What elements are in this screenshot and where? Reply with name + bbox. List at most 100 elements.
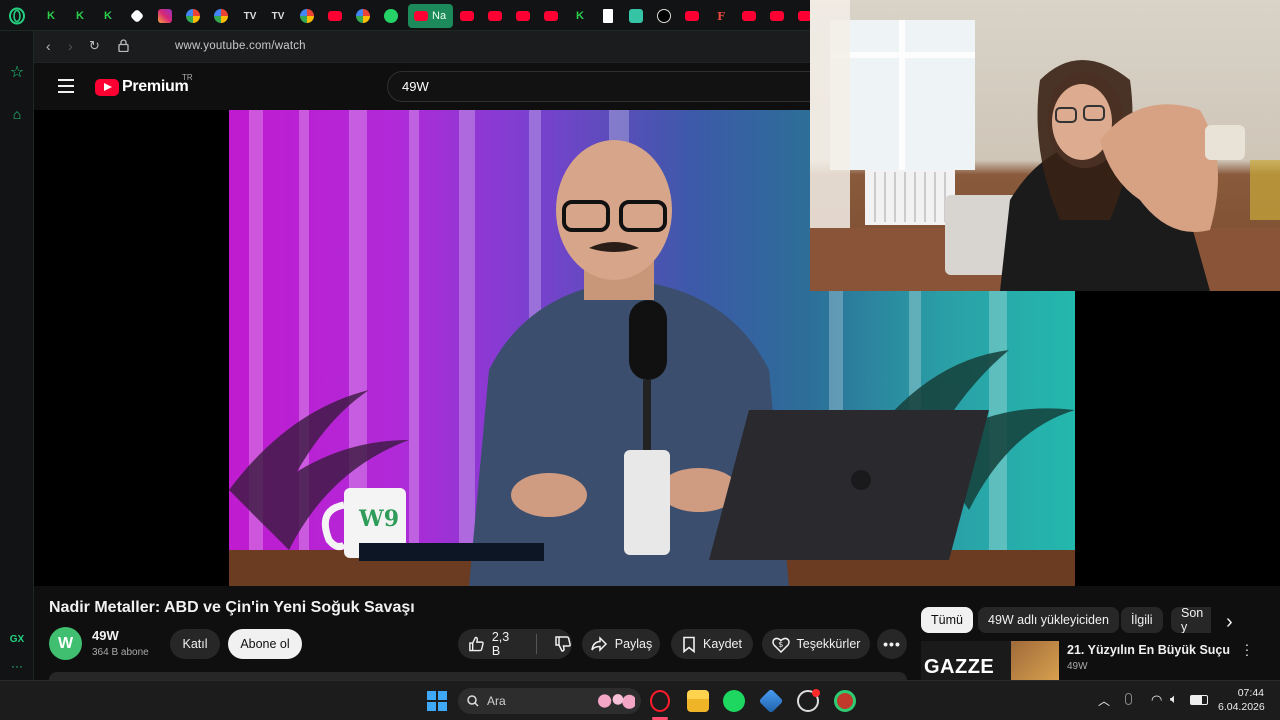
- chip-related[interactable]: İlgili: [1121, 607, 1163, 633]
- youtube-logo[interactable]: Premium: [95, 78, 189, 96]
- subscribe-button[interactable]: Abone ol: [228, 629, 302, 659]
- opera-menu-icon[interactable]: [6, 5, 28, 27]
- lock-icon: [118, 39, 129, 55]
- mug-logo: W9: [359, 506, 400, 532]
- chip-all[interactable]: Tümü: [921, 607, 973, 633]
- channel-avatar[interactable]: W: [49, 627, 82, 660]
- divider: [536, 634, 537, 654]
- address-bar: ‹ › ↻ www.youtube.com/watch: [34, 31, 810, 63]
- description-box[interactable]: [49, 672, 907, 680]
- tab-google-icon[interactable]: [296, 5, 318, 27]
- tab-youtube-icon[interactable]: [540, 5, 562, 27]
- more-horizontal-icon: •••: [883, 636, 901, 652]
- volume-icon[interactable]: 🔈︎: [1170, 691, 1178, 707]
- chip-from-uploader[interactable]: 49W adlı yükleyiciden: [978, 607, 1119, 633]
- recommended-title[interactable]: 21. Yüzyılın En Büyük Suçu: [1067, 643, 1230, 657]
- battery-icon[interactable]: [1190, 695, 1208, 705]
- file-explorer-icon[interactable]: [687, 690, 709, 712]
- tab-youtube-icon[interactable]: [512, 5, 534, 27]
- tab-app-icon[interactable]: [625, 5, 647, 27]
- tab-instagram-icon[interactable]: [154, 5, 176, 27]
- chip-recent[interactable]: Son y: [1171, 607, 1211, 633]
- tab-github-icon[interactable]: [653, 5, 675, 27]
- svg-text:$: $: [778, 640, 783, 649]
- tab-youtube-icon: [414, 11, 428, 21]
- microphone-icon[interactable]: [1125, 693, 1132, 705]
- windows-taskbar: Ara ︿ ◠ 🔈︎ 07:44 6.04.2026: [0, 680, 1280, 720]
- star-icon[interactable]: ☆: [8, 64, 26, 82]
- tab-active-label: Na: [432, 10, 447, 22]
- url-field[interactable]: www.youtube.com/watch: [175, 40, 306, 52]
- webcam-overlay: [810, 0, 1280, 291]
- tab-youtube-icon[interactable]: [766, 5, 788, 27]
- share-icon: [590, 636, 607, 652]
- thumb-image: [1011, 641, 1059, 680]
- heart-dollar-icon: $: [771, 637, 790, 653]
- more-actions-button[interactable]: •••: [877, 629, 907, 659]
- robot-icon[interactable]: ⌂: [8, 105, 26, 123]
- date: 6.04.2026: [1218, 701, 1265, 713]
- more-icon[interactable]: ···: [8, 657, 26, 675]
- opera-gx-taskbar-icon[interactable]: [650, 690, 670, 712]
- clock[interactable]: 07:44 6.04.2026: [1218, 686, 1265, 714]
- tab-youtube-icon[interactable]: [484, 5, 506, 27]
- webcam-scene: [810, 0, 1280, 291]
- tab-youtube-icon[interactable]: [681, 5, 703, 27]
- search-input[interactable]: 49W: [387, 71, 827, 102]
- tab-tradingview-icon[interactable]: TV: [267, 5, 289, 27]
- tab-kick-icon[interactable]: K: [69, 5, 91, 27]
- tab-kick-icon[interactable]: K: [569, 5, 591, 27]
- browser-sidebar: ☆ ⌂ GX ···: [0, 31, 34, 680]
- taskbar-search[interactable]: Ara: [458, 688, 641, 714]
- blossom-icon: [597, 693, 635, 709]
- kebab-menu-icon[interactable]: · · ·: [1244, 637, 1250, 661]
- tab-active[interactable]: Na: [408, 4, 453, 28]
- thanks-button[interactable]: $ Teşekkürler: [762, 629, 870, 659]
- subscriber-count: 364 B abone: [92, 647, 149, 658]
- menu-icon[interactable]: [58, 79, 74, 93]
- youtube-header: Premium TR 49W: [34, 63, 827, 110]
- app-icon[interactable]: [834, 690, 856, 712]
- tab-whatsapp-icon[interactable]: [380, 5, 402, 27]
- youtube-play-icon: [95, 78, 119, 96]
- chevron-right-icon[interactable]: ›: [1226, 611, 1233, 634]
- share-button[interactable]: Paylaş: [582, 629, 660, 659]
- tab-kick-icon[interactable]: K: [97, 5, 119, 27]
- join-button[interactable]: Katıl: [170, 629, 220, 659]
- gx-label[interactable]: GX: [8, 631, 26, 649]
- forward-icon[interactable]: ›: [68, 38, 73, 54]
- app-icon[interactable]: [758, 688, 784, 714]
- like-button[interactable]: 2,3 B: [468, 630, 519, 658]
- video-title: Nadir Metaller: ABD ve Çin'in Yeni Soğuk…: [49, 599, 415, 616]
- spotify-icon[interactable]: [723, 690, 745, 712]
- windows-start-icon[interactable]: [427, 691, 447, 711]
- recommended-thumbnail[interactable]: GAZZE: [921, 641, 1059, 680]
- tab-google-icon[interactable]: [210, 5, 232, 27]
- reload-icon[interactable]: ↻: [89, 38, 100, 54]
- chevron-up-icon[interactable]: ︿: [1098, 692, 1110, 709]
- dislike-button[interactable]: [554, 635, 572, 653]
- recommended-channel[interactable]: 49W: [1067, 661, 1088, 672]
- notification-dot: [812, 689, 820, 697]
- back-icon[interactable]: ‹: [46, 38, 51, 54]
- tab-kick-icon[interactable]: K: [40, 5, 62, 27]
- wifi-icon[interactable]: ◠: [1151, 692, 1162, 708]
- tab-youtube-icon[interactable]: [456, 5, 478, 27]
- tab-google-icon[interactable]: [182, 5, 204, 27]
- tab-docs-icon[interactable]: [597, 5, 619, 27]
- country-code: TR: [182, 73, 193, 82]
- subscribe-label: Abone ol: [240, 637, 290, 651]
- tab-youtube-icon[interactable]: [738, 5, 760, 27]
- thanks-label: Teşekkürler: [796, 637, 861, 651]
- tab-app-icon[interactable]: [126, 5, 148, 27]
- like-count: 2,3 B: [491, 630, 510, 658]
- save-button[interactable]: Kaydet: [671, 629, 753, 659]
- channel-name[interactable]: 49W: [92, 628, 119, 643]
- tab-youtube-icon[interactable]: [324, 5, 346, 27]
- tab-tradingview-icon[interactable]: TV: [239, 5, 261, 27]
- premium-label: Premium: [122, 78, 189, 95]
- thumbs-up-icon: [469, 636, 484, 652]
- tab-google-icon[interactable]: [352, 5, 374, 27]
- time: 07:44: [1237, 687, 1264, 699]
- tab-f-icon[interactable]: F: [710, 5, 732, 27]
